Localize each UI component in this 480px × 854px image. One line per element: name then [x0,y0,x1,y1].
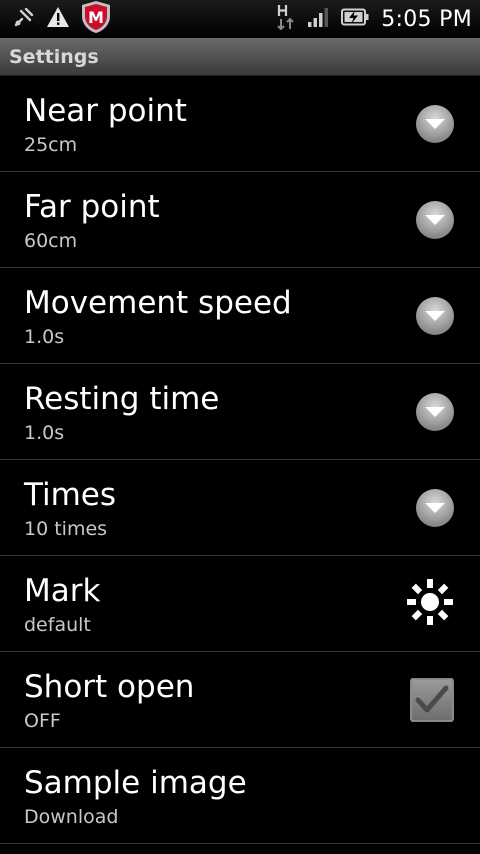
setting-short-open[interactable]: Short open OFF [0,652,480,748]
setting-mark[interactable]: Mark default [0,556,480,652]
setting-title: Times [24,476,117,513]
setting-times[interactable]: Times 10 times [0,460,480,556]
setting-title: Short open [24,668,195,705]
status-bar-left: M [12,0,122,38]
signal-bars-icon [307,6,329,32]
hspa-data-icon [277,4,295,34]
mcafee-shield-icon: M [80,0,112,38]
dropdown-arrow-icon[interactable] [416,488,454,527]
setting-title: Movement speed [24,284,292,321]
setting-title: Near point [24,92,187,129]
setting-summary: 1.0s [24,421,65,444]
setting-text: Far point 60cm [24,188,160,252]
warning-icon [46,6,70,32]
setting-summary: 1.0s [24,325,65,348]
setting-text: Times 10 times [24,476,116,540]
setting-near-point[interactable]: Near point 25cm [0,76,480,172]
setting-far-point[interactable]: Far point 60cm [0,172,480,268]
setting-title: Resting time [24,380,220,417]
setting-title: Sample image [24,764,247,801]
setting-summary: 10 times [24,517,108,540]
setting-summary: 25cm [24,133,78,156]
status-bar-right: 5:05 PM [265,4,472,34]
page-title: Settings [9,45,99,68]
svg-text:M: M [88,8,104,27]
short-open-checkbox[interactable] [410,677,454,722]
setting-text: Short open OFF [24,668,194,732]
dropdown-arrow-icon[interactable] [416,104,454,143]
setting-text: Sample image Download [24,764,247,828]
setting-title: Far point [24,188,160,225]
setting-text: Resting time 1.0s [24,380,219,444]
settings-list: Near point 25cm Far point 60cm Movement … [0,76,480,844]
dropdown-arrow-icon[interactable] [416,200,454,239]
setting-sample-image[interactable]: Sample image Download [0,748,480,844]
setting-text: Movement speed 1.0s [24,284,292,348]
setting-movement-speed[interactable]: Movement speed 1.0s [0,268,480,364]
clock: 5:05 PM [381,6,472,32]
dropdown-arrow-icon[interactable] [416,296,454,335]
mark-preview-icon [406,578,454,630]
battery-charging-icon [341,8,369,30]
status-bar: M 5:05 PM [0,0,480,38]
setting-summary: default [24,613,91,636]
setting-summary: OFF [24,709,61,732]
usb-debug-icon [12,5,36,33]
setting-text: Near point 25cm [24,92,187,156]
setting-title: Mark [24,572,101,609]
dropdown-arrow-icon[interactable] [416,392,454,431]
title-bar: Settings [0,38,480,76]
setting-resting-time[interactable]: Resting time 1.0s [0,364,480,460]
checkmark-icon [415,685,449,712]
setting-summary: 60cm [24,229,78,252]
setting-text: Mark default [24,572,100,636]
setting-summary: Download [24,805,119,828]
